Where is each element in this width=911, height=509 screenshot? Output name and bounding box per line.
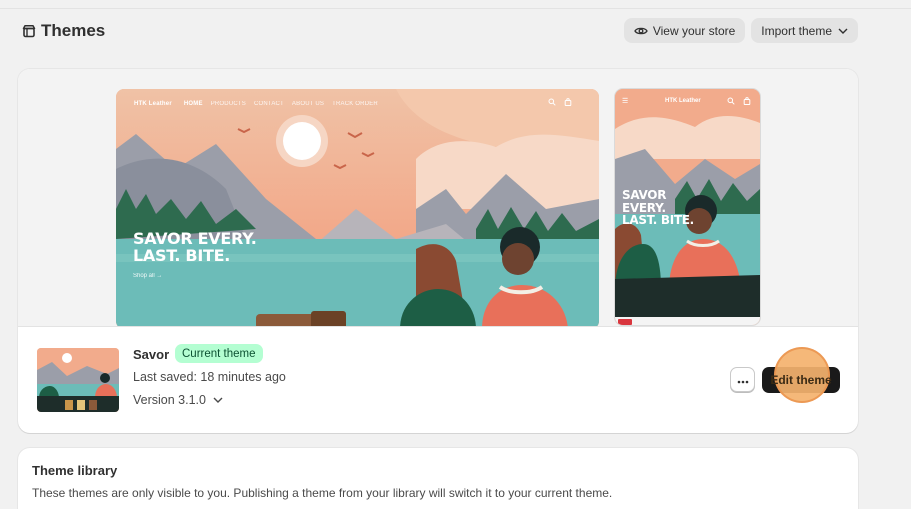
page-header: Themes View your store Import theme — [22, 18, 858, 44]
top-divider — [0, 8, 911, 9]
preview-nav-icons — [548, 98, 572, 108]
preview-hero-heading: SAVOR EVERY. LAST. BITE. — [133, 230, 257, 265]
desktop-preview[interactable]: HTK Leather HOME PRODUCTS CONTACT ABOUT … — [116, 89, 599, 326]
preview-nav-item: CONTACT — [253, 101, 284, 107]
theme-library-card: Theme library These themes are only visi… — [18, 448, 858, 509]
cart-icon — [743, 97, 751, 107]
current-theme-card: HTK Leather HOME PRODUCTS CONTACT ABOUT … — [18, 69, 858, 433]
preview-nav: HTK Leather HOME PRODUCTS CONTACT ABOUT … — [134, 101, 378, 107]
preview-nav-item: TRACK ORDER — [332, 101, 378, 107]
mobile-preview-nav-icons — [727, 97, 751, 107]
hero-line: LAST. BITE. — [622, 213, 694, 228]
hero-line: SAVOR — [622, 188, 667, 202]
current-theme-badge: Current theme — [175, 344, 263, 363]
preview-nav-item: HOME — [183, 101, 203, 107]
search-icon — [548, 98, 556, 108]
mobile-preview-hero-heading: SAVOR EVERY. LAST. BITE. — [622, 189, 694, 227]
theme-name: Savor — [133, 347, 170, 362]
store-icon — [22, 24, 36, 38]
import-theme-label: Import theme — [761, 23, 832, 38]
theme-library-description: These themes are only visible to you. Pu… — [32, 486, 613, 500]
edit-theme-button[interactable]: Edit theme — [762, 347, 840, 403]
hero-line: LAST. BITE. — [133, 245, 231, 265]
chevron-down-icon — [838, 28, 848, 34]
last-saved-text: Last saved: 18 minutes ago — [133, 370, 286, 384]
view-store-button[interactable]: View your store — [623, 18, 746, 43]
import-theme-button[interactable]: Import theme — [751, 18, 858, 43]
edit-theme-label: Edit theme — [770, 373, 832, 387]
more-actions-button[interactable] — [730, 367, 755, 392]
search-icon — [727, 97, 735, 107]
cart-icon — [564, 98, 572, 108]
theme-preview[interactable]: HTK Leather HOME PRODUCTS CONTACT ABOUT … — [18, 69, 858, 327]
view-store-label: View your store — [652, 23, 736, 38]
more-horizontal-icon — [737, 371, 749, 389]
preview-nav-item: ABOUT US — [291, 101, 325, 107]
desktop-hero-illustration — [116, 89, 599, 326]
version-label: Version 3.1.0 — [133, 393, 206, 407]
page-title: Themes — [41, 21, 106, 40]
mobile-preview-footer — [615, 317, 760, 325]
theme-library-title: Theme library — [32, 463, 118, 478]
theme-thumbnail — [37, 348, 119, 412]
preview-nav-item: PRODUCTS — [210, 101, 246, 107]
chevron-down-icon — [213, 397, 223, 403]
preview-brand: HTK Leather — [134, 101, 172, 107]
menu-icon: ☰ — [622, 98, 629, 105]
mobile-preview[interactable]: ☰ HTK Leather SAVOR EVERY. LAST. BITE. — [615, 89, 760, 325]
header-actions: View your store Import theme — [623, 18, 858, 43]
preview-shop-link: Shop all → — [133, 273, 163, 279]
mobile-preview-brand: HTK Leather — [665, 98, 701, 104]
eye-icon — [634, 26, 648, 36]
version-dropdown[interactable]: Version 3.1.0 — [133, 393, 223, 407]
